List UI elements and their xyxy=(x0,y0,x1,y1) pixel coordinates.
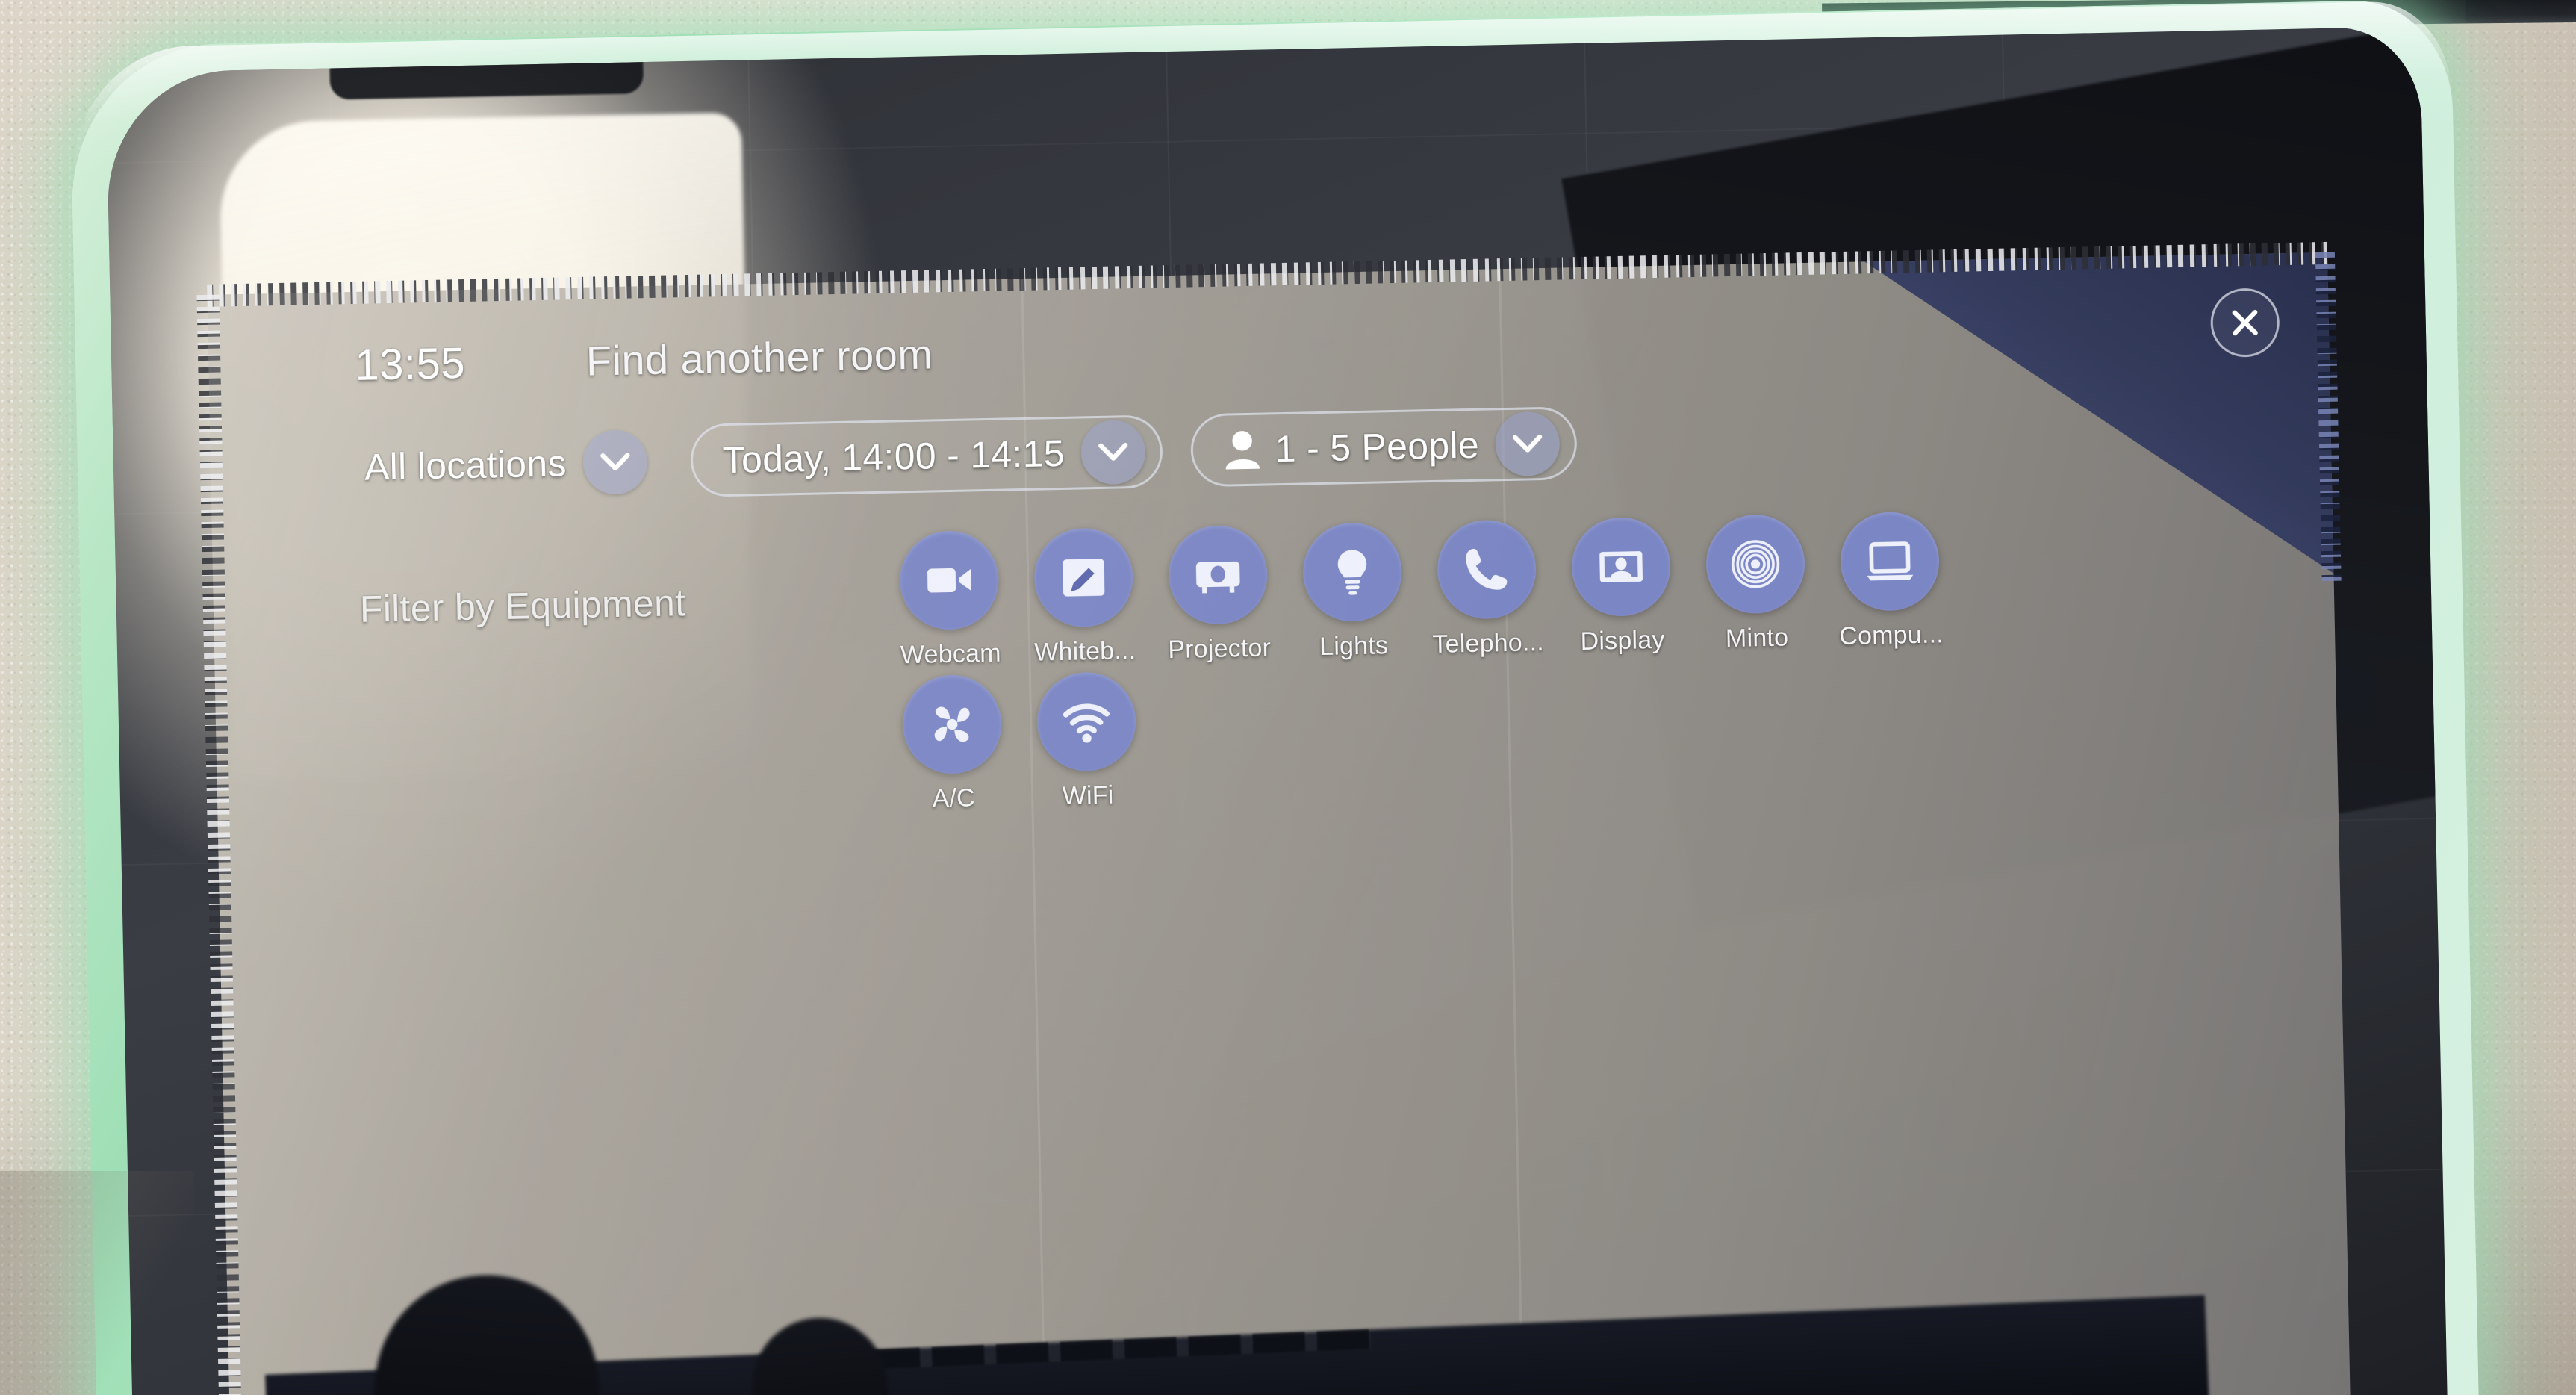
equipment-item-label: Webcam xyxy=(900,639,1002,670)
equipment-item-computer[interactable]: Compu... xyxy=(1822,511,1959,652)
equipment-filter-section: Filter by Equipment Webcam Whiteb... Pro… xyxy=(358,504,2284,825)
equipment-item-label: Projector xyxy=(1167,633,1272,665)
equipment-icon-button[interactable] xyxy=(1167,524,1269,626)
lightbulb-icon xyxy=(1337,550,1367,595)
equipment-item-display[interactable]: Display xyxy=(1553,516,1690,657)
chevron-down-icon[interactable] xyxy=(1495,411,1561,477)
overlay-content: 13:55 Find another room All locations To… xyxy=(207,252,2351,1395)
equipment-item-projector[interactable]: Projector xyxy=(1150,524,1287,665)
equipment-item-lights[interactable]: Lights xyxy=(1284,521,1422,662)
overlay-header: 13:55 Find another room xyxy=(354,282,2280,410)
fan-icon xyxy=(934,706,970,742)
capacity-filter[interactable]: 1 - 5 People xyxy=(1189,406,1578,488)
chevron-down-icon[interactable] xyxy=(582,429,648,495)
wifi-icon xyxy=(1063,703,1110,743)
equipment-icon-button[interactable] xyxy=(1301,521,1403,623)
equipment-item-label: Minto xyxy=(1725,623,1789,653)
filter-bar: All locations Today, 14:00 - 14:15 1 - 5… xyxy=(356,388,2278,509)
equipment-grid: Webcam Whiteb... Projector Lights Teleph… xyxy=(881,511,1961,815)
tablet-screen[interactable]: 13:55 Find another room All locations To… xyxy=(105,26,2448,1395)
equipment-icon-button[interactable] xyxy=(901,674,1003,775)
equipment-section-label: Filter by Equipment xyxy=(359,582,686,630)
photo-scene: 13:55 Find another room All locations To… xyxy=(0,0,2576,1395)
find-room-overlay: 13:55 Find another room All locations To… xyxy=(196,241,2351,1395)
equipment-item-label: Display xyxy=(1580,625,1665,656)
equipment-item-label: Compu... xyxy=(1838,620,1944,651)
person-icon xyxy=(1225,431,1260,470)
equipment-icon-button[interactable] xyxy=(898,529,1000,631)
chevron-down-icon[interactable] xyxy=(1080,419,1146,485)
whiteboard-icon xyxy=(1063,559,1105,597)
projector-icon xyxy=(1195,561,1240,594)
equipment-item-label: Lights xyxy=(1319,631,1389,662)
equipment-icon-button[interactable] xyxy=(1570,516,1672,618)
equipment-item-label: WiFi xyxy=(1062,780,1114,811)
location-filter[interactable]: All locations xyxy=(356,425,663,504)
page-title: Find another room xyxy=(585,329,933,385)
wall-corner-shadow xyxy=(0,1171,194,1395)
equipment-item-wifi[interactable]: WiFi xyxy=(1018,671,1156,813)
clock: 13:55 xyxy=(354,338,466,390)
equipment-icon-button[interactable] xyxy=(1033,527,1134,628)
telephone-icon xyxy=(1466,548,1508,590)
equipment-item-label: Whiteb... xyxy=(1033,636,1136,667)
timeslot-filter[interactable]: Today, 14:00 - 14:15 xyxy=(689,414,1163,497)
room-booking-tablet: 13:55 Find another room All locations To… xyxy=(62,0,2569,1395)
equipment-item-ac[interactable]: A/C xyxy=(884,674,1021,815)
display-person-icon xyxy=(1599,551,1643,582)
close-button[interactable] xyxy=(2209,288,2280,358)
close-icon xyxy=(2232,309,2258,336)
location-filter-label: All locations xyxy=(364,442,567,488)
video-camera-icon xyxy=(927,568,971,593)
timeslot-filter-label: Today, 14:00 - 14:15 xyxy=(722,432,1065,482)
capacity-filter-label: 1 - 5 People xyxy=(1275,423,1480,470)
equipment-icon-button[interactable] xyxy=(1705,514,1806,615)
concentric-circles-icon xyxy=(1731,540,1780,588)
equipment-icon-button[interactable] xyxy=(1036,671,1137,772)
equipment-item-whiteboard[interactable]: Whiteb... xyxy=(1015,527,1153,668)
equipment-item-minto[interactable]: Minto xyxy=(1687,514,1825,655)
equipment-item-telephone[interactable]: Telepho... xyxy=(1419,519,1556,660)
equipment-item-label: Telepho... xyxy=(1432,628,1545,659)
equipment-item-label: A/C xyxy=(932,783,976,813)
equipment-item-webcam[interactable]: Webcam xyxy=(881,529,1018,671)
equipment-icon-button[interactable] xyxy=(1436,519,1537,620)
equipment-icon-button[interactable] xyxy=(1839,511,1941,612)
laptop-icon xyxy=(1867,541,1914,581)
